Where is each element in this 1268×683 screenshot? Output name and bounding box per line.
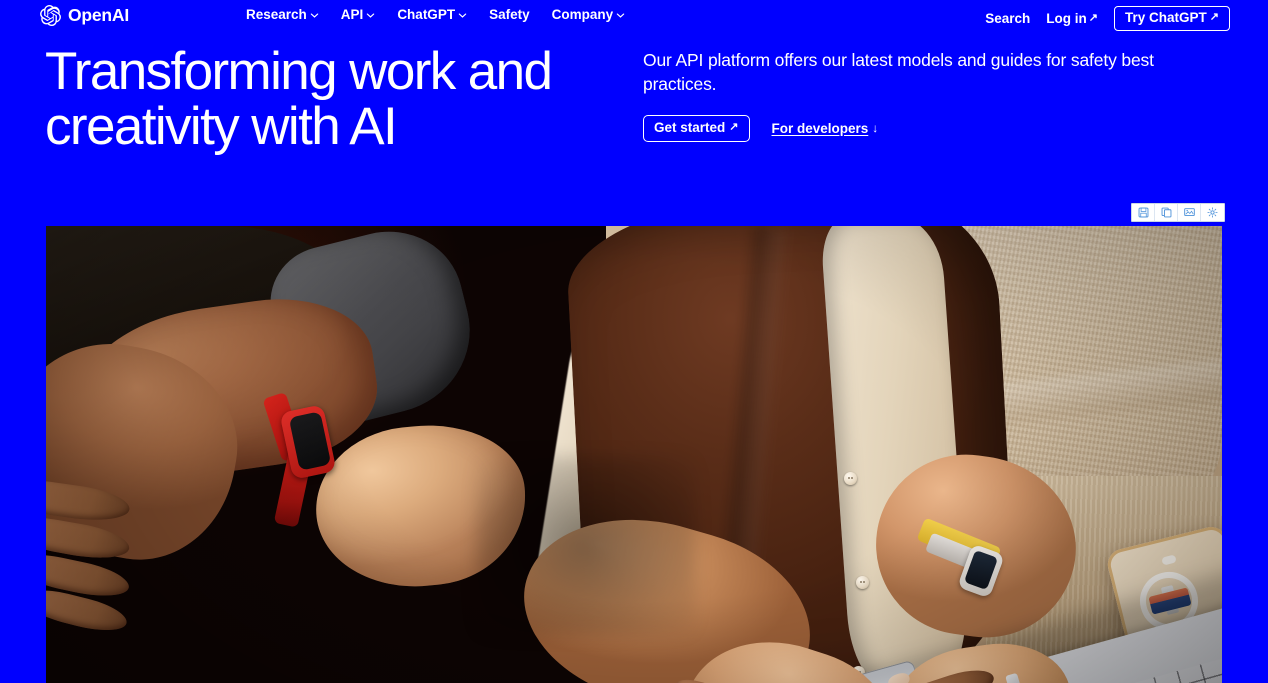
nav-item-company[interactable]: Company (552, 8, 626, 22)
openai-blossom-logo-icon (40, 5, 61, 27)
arrow-down-icon: ↓ (872, 121, 879, 136)
nav-item-safety-label: Safety (489, 7, 530, 22)
openai-brand-logo-link[interactable]: OpenAI (40, 4, 130, 27)
get-started-label: Get started (654, 120, 726, 135)
gear-icon (1207, 207, 1218, 218)
nav-item-chatgpt-label: ChatGPT (397, 7, 456, 22)
login-link[interactable]: Log in ↗ (1046, 10, 1099, 26)
nav-item-research[interactable]: Research (246, 8, 319, 22)
for-developers-label: For developers (771, 120, 869, 136)
copy-pages-icon (1161, 207, 1172, 218)
chevron-down-icon (616, 11, 625, 20)
arrow-up-right-icon: ↗ (729, 121, 739, 134)
picture-monitor-icon (1183, 207, 1195, 218)
nav-item-research-label: Research (246, 7, 307, 22)
try-chatgpt-button[interactable]: Try ChatGPT ↗ (1114, 6, 1230, 31)
nav-item-company-label: Company (551, 7, 614, 22)
arrow-up-right-icon: ↗ (1209, 11, 1219, 24)
chevron-down-icon (310, 11, 319, 20)
hero-subtitle: Our API platform offers our latest model… (643, 50, 1154, 94)
utility-nav: Search Log in ↗ Try ChatGPT ↗ (985, 6, 1230, 31)
login-label: Log in (1046, 10, 1087, 26)
nav-item-safety[interactable]: Safety (489, 8, 530, 22)
search-button[interactable]: Search (985, 10, 1031, 26)
copy-image-button[interactable] (1155, 204, 1178, 221)
chevron-down-icon (366, 11, 375, 20)
hero-title: Transforming work and creativity with AI (45, 42, 553, 156)
cardigan-button-middle (856, 576, 869, 589)
hero-right-column: Our API platform offers our latest model… (643, 48, 1223, 142)
cardigan-button-top (844, 472, 857, 485)
get-started-button[interactable]: Get started ↗ (643, 115, 750, 142)
photo-shadow (476, 456, 696, 636)
save-image-button[interactable] (1132, 204, 1155, 221)
nav-item-api-label: API (340, 7, 364, 22)
try-chatgpt-label: Try ChatGPT (1125, 10, 1207, 25)
primary-nav-links: Research API ChatGPT Safety Company (246, 8, 625, 22)
hero-image[interactable] (46, 226, 1222, 683)
nav-item-chatgpt[interactable]: ChatGPT (397, 8, 467, 22)
image-hover-toolbar (1131, 203, 1225, 222)
hero-action-row: Get started ↗ For developers ↓ (643, 115, 1223, 142)
nav-item-api[interactable]: API (341, 8, 376, 22)
search-label: Search (985, 10, 1031, 26)
image-settings-button[interactable] (1201, 204, 1224, 221)
openai-homepage: OpenAI Research API ChatGPT Safety Compa… (0, 0, 1268, 683)
top-navigation-bar: OpenAI Research API ChatGPT Safety Compa… (0, 0, 1268, 34)
chevron-down-icon (458, 11, 467, 20)
view-image-button[interactable] (1178, 204, 1201, 221)
hero-image-canvas (46, 226, 1222, 683)
brand-name-label: OpenAI (68, 4, 130, 25)
for-developers-link[interactable]: For developers ↓ (771, 120, 879, 136)
floppy-disk-icon (1138, 207, 1149, 218)
arrow-up-right-icon: ↗ (1088, 11, 1099, 24)
